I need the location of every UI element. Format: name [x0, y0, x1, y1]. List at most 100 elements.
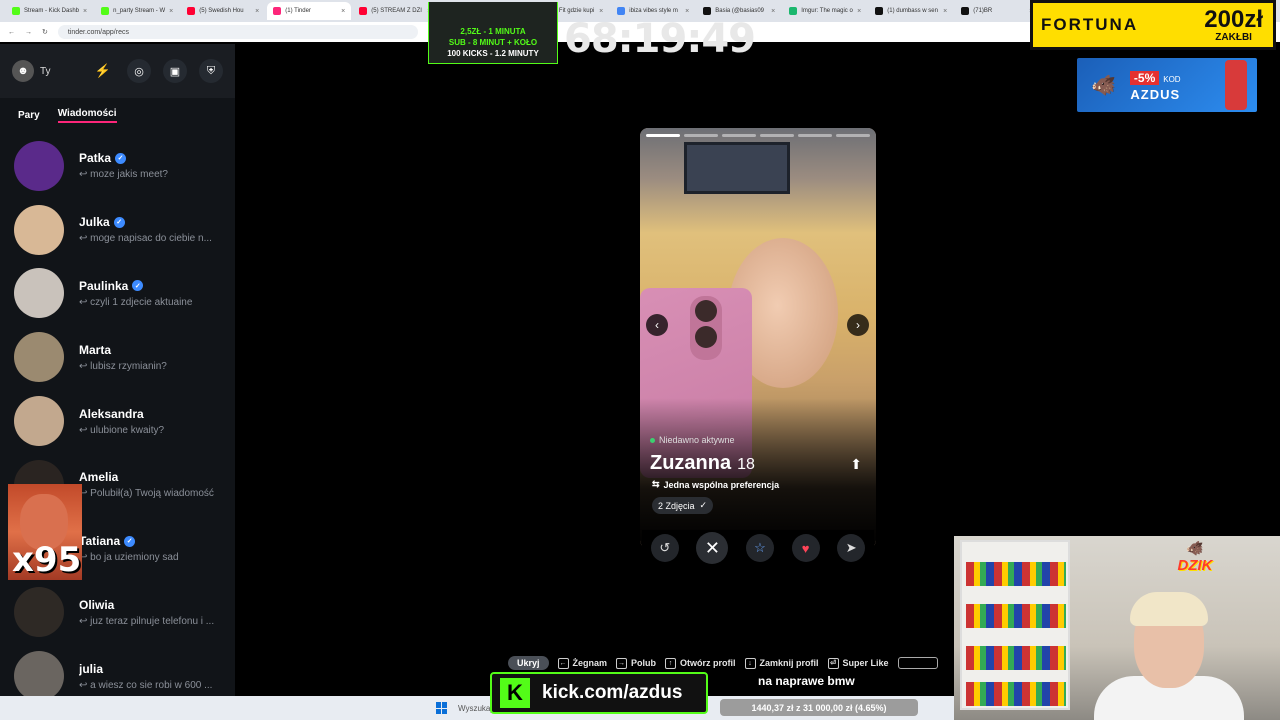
tab-close-icon[interactable]: × — [857, 8, 861, 15]
kick-logo-icon: K — [500, 678, 530, 708]
avatar[interactable] — [14, 204, 64, 255]
conversation-item[interactable]: Paulinka ✓ ↩ czyli 1 zdjecie aktuaine — [0, 262, 235, 326]
shortcut-hint: ← Żegnam — [557, 657, 608, 669]
conversation-name: Tatiana — [79, 534, 121, 549]
profile-name-row: Zuzanna 18 — [650, 452, 755, 475]
avatar[interactable] — [14, 268, 64, 319]
avatar[interactable] — [14, 332, 64, 383]
shortcut-label: Super Like — [842, 658, 889, 668]
reload-icon[interactable]: ↻ — [42, 28, 48, 36]
tab-label: Basia (@basias09 — [715, 8, 765, 14]
photo-progress-segment[interactable] — [646, 134, 680, 137]
shortcut-blank-key — [897, 657, 938, 669]
key-icon: ↑ — [665, 657, 677, 669]
preference-icon: ⇆ — [652, 479, 660, 489]
bull-icon: 🐗 — [1091, 74, 1116, 97]
taskbar-search[interactable]: Wyszukaj — [458, 704, 492, 713]
avatar[interactable] — [14, 396, 64, 447]
key-icon: ← — [557, 657, 569, 669]
avatar[interactable] — [14, 140, 64, 191]
check-icon: ✓ — [699, 500, 708, 510]
profile-card[interactable]: ‹ › Niedawno aktywne Zuzanna 18 ⬆ ⇆ Jedn… — [640, 128, 876, 548]
nope-button[interactable]: ✕ — [696, 532, 729, 564]
browser-tab[interactable]: (1) Tinder × — [267, 2, 352, 20]
super-like-button[interactable]: ☆ — [745, 534, 774, 562]
open-profile-arrow-icon[interactable]: ⬆ — [850, 456, 862, 473]
tab-favicon-icon — [359, 7, 368, 15]
next-photo-icon[interactable]: › — [847, 314, 869, 336]
like-button[interactable]: ♥ — [791, 534, 820, 562]
photos-chip[interactable]: 2 Zdjęcia ✓ — [652, 497, 714, 514]
my-avatar[interactable]: ☻ — [12, 60, 34, 82]
browser-tab[interactable]: Imgur: The magic o × — [783, 2, 867, 20]
conversation-name: Oliwia — [79, 597, 115, 612]
photo-progress-segment[interactable] — [722, 134, 756, 137]
conversation-item[interactable]: Oliwia ↩ juz teraz pilnuje telefonu i ... — [0, 581, 235, 645]
tab-favicon-icon — [789, 7, 798, 15]
shortcut-label: Zamknij profil — [759, 658, 819, 668]
discount-code: AZDUS — [1130, 86, 1181, 102]
avatar[interactable] — [14, 651, 64, 702]
fortuna-amount: 200zł — [1204, 5, 1263, 33]
browser-tab[interactable]: (71)BR× — [955, 2, 1039, 20]
photo-progress-segment[interactable] — [798, 134, 832, 137]
tab-close-icon[interactable]: × — [255, 8, 259, 15]
back-icon[interactable]: ← — [8, 29, 15, 36]
tab-favicon-icon — [875, 7, 884, 15]
photo-progress-segment[interactable] — [684, 134, 718, 137]
browser-tab[interactable]: Stream - Kick Dashb × — [6, 2, 93, 20]
browser-tab[interactable]: n_party Stream - W × — [95, 2, 179, 20]
url-field[interactable]: tinder.com/app/recs — [57, 25, 418, 39]
tab-label: Imgur: The magic o — [801, 8, 853, 14]
conversation-item[interactable]: Julka ✓ ↩ moge napisac do ciebie n... — [0, 198, 235, 262]
avatar[interactable] — [14, 587, 64, 638]
tab-close-icon[interactable]: × — [943, 8, 947, 15]
conversation-last-message: ↩ moze jakis meet? — [79, 169, 168, 181]
tab-favicon-icon — [12, 7, 20, 15]
windows-start-icon[interactable] — [436, 702, 448, 714]
conversation-item[interactable]: Marta ↩ lubisz rzymianin? — [0, 325, 235, 389]
tab-close-icon[interactable]: × — [83, 8, 87, 15]
tab-close-icon[interactable]: × — [169, 8, 173, 15]
fortuna-subtitle: ZAKŁBI — [1215, 31, 1252, 43]
boost-send-button[interactable]: ➤ — [837, 534, 866, 562]
conversation-name: Aleksandra — [79, 406, 144, 421]
verified-badge-icon: ✓ — [132, 280, 144, 292]
conversation-last-message: ↩ a wiesz co sie robi w 600 ... — [79, 679, 213, 691]
key-icon: ⏎ — [827, 657, 839, 669]
browser-tab[interactable]: (1) dumbass w sen × — [869, 2, 953, 20]
tab-matches[interactable]: Pary — [18, 110, 40, 121]
conversation-item[interactable]: Patka ✓ ↩ moze jakis meet? — [0, 134, 235, 198]
tab-close-icon[interactable]: × — [771, 8, 775, 15]
camera-lens — [695, 326, 717, 348]
hide-shortcuts-button[interactable]: Ukryj — [508, 656, 549, 670]
boost-bolt-icon[interactable]: ⚡ — [91, 59, 115, 83]
kick-url-text: kick.com/azdus — [542, 682, 683, 703]
tab-close-icon[interactable]: × — [685, 8, 689, 15]
photo-progress-segment[interactable] — [760, 134, 794, 137]
shared-preference: ⇆ Jedna wspólna preferencja — [652, 479, 779, 490]
sidebar-tabs: Pary Wiadomości — [0, 98, 235, 132]
tab-close-icon[interactable]: × — [599, 8, 603, 15]
screen: Stream - Kick Dashb × n_party Stream - W ×(… — [0, 0, 1280, 720]
explore-icon[interactable]: ◎ — [127, 59, 151, 83]
tab-messages[interactable]: Wiadomości — [57, 108, 117, 123]
prev-photo-icon[interactable]: ‹ — [646, 314, 668, 336]
conversation-name: Patka — [79, 151, 112, 166]
shelf-row — [966, 646, 1066, 670]
rewind-button[interactable]: ↺ — [650, 534, 679, 562]
browser-tab[interactable]: (5) STREAM Z DZI× — [353, 2, 437, 20]
conversation-last-message: ↩ moge napisac do ciebie n... — [79, 233, 212, 245]
tab-label: (1) Tinder — [285, 8, 311, 14]
photo-progress-segment[interactable] — [836, 134, 870, 137]
conversation-name-row: Paulinka ✓ — [79, 279, 229, 293]
briefcase-icon[interactable]: ▣ — [163, 59, 187, 83]
browser-tab[interactable]: (5) Swedish Hou × — [181, 2, 265, 20]
tab-close-icon[interactable]: × — [341, 8, 345, 15]
shortcut-label: Żegnam — [572, 658, 608, 668]
conversation-item[interactable]: Aleksandra ↩ ulubione kwaity? — [0, 389, 235, 453]
boar-icon: 🐗 — [1186, 540, 1204, 556]
my-profile-label[interactable]: Ty — [40, 66, 51, 77]
forward-icon[interactable]: → — [25, 29, 32, 36]
safety-shield-icon[interactable]: ⛨ — [199, 59, 223, 83]
